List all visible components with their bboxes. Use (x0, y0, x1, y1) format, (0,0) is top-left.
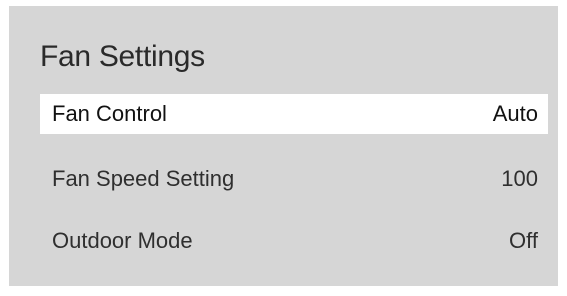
fan-speed-setting-label: Fan Speed Setting (52, 166, 235, 191)
menu-item-fan-control[interactable]: Fan Control Auto (40, 94, 548, 134)
menu-item-fan-speed-setting[interactable]: Fan Speed Setting 100 (40, 159, 548, 199)
fan-settings-panel: Fan Settings Fan Control Auto Fan Speed … (9, 6, 558, 286)
menu-item-outdoor-mode[interactable]: Outdoor Mode Off (40, 221, 548, 261)
fan-speed-setting-value: 100 (501, 166, 538, 191)
outdoor-mode-label: Outdoor Mode (52, 228, 193, 253)
fan-control-label: Fan Control (52, 101, 167, 126)
panel-title: Fan Settings (40, 40, 205, 73)
outdoor-mode-value: Off (509, 228, 538, 253)
fan-control-value: Auto (492, 101, 538, 126)
